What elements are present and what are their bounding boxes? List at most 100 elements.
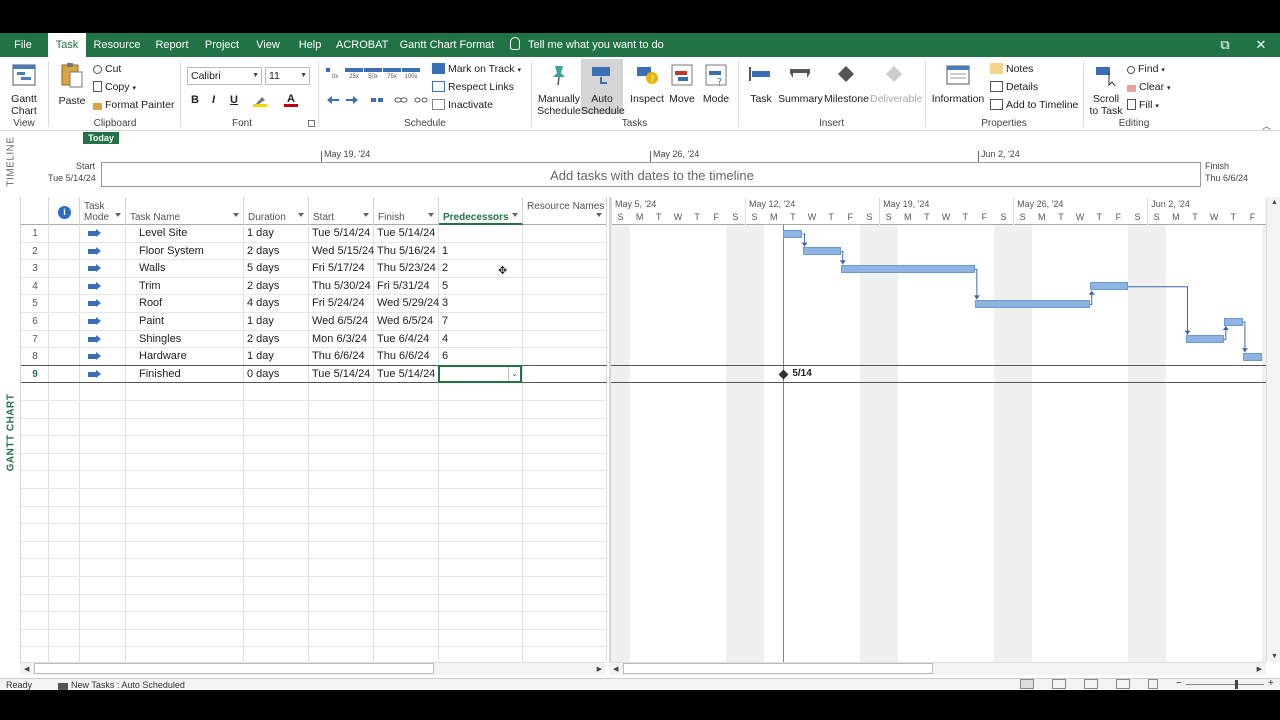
scroll-to-task-button[interactable]: Scroll to Task (1088, 63, 1124, 117)
filter-dropdown-icon[interactable] (298, 213, 304, 217)
milestone-button[interactable]: Milestone (824, 63, 869, 105)
task-name-cell[interactable]: Paint (126, 313, 244, 331)
predecessors-cell[interactable]: 2 (439, 260, 523, 278)
resource-names-cell[interactable] (523, 313, 607, 331)
scroll-right-icon[interactable]: ▶ (1257, 665, 1262, 673)
mark-on-track-button[interactable]: Mark on Track ▾ (432, 63, 521, 75)
task-usage-view-icon[interactable] (1052, 679, 1066, 689)
table-row[interactable] (21, 595, 607, 613)
pct-75-button[interactable]: 75x (383, 65, 401, 81)
clear-button[interactable]: Clear ▾ (1127, 81, 1171, 93)
tab-report[interactable]: Report (150, 33, 194, 57)
scroll-down-icon[interactable]: ▼ (1271, 653, 1278, 660)
finish-cell[interactable]: Tue 6/4/24 (374, 331, 439, 349)
new-tasks-mode[interactable]: New Tasks : Auto Scheduled (58, 680, 185, 690)
task-mode-cell[interactable] (80, 278, 126, 296)
task-mode-cell[interactable] (80, 260, 126, 278)
column-header-start[interactable]: Start (309, 197, 374, 225)
move-task-left-icon[interactable] (326, 95, 340, 105)
row-number[interactable]: 4 (21, 278, 49, 296)
task-name-cell[interactable]: Shingles (126, 331, 244, 349)
task-bar[interactable] (1242, 352, 1263, 361)
finish-cell[interactable]: Thu 5/16/24 (374, 243, 439, 261)
insert-task-button[interactable]: Task (744, 63, 778, 105)
table-row[interactable] (21, 542, 607, 560)
resource-names-cell[interactable] (523, 243, 607, 261)
row-number[interactable]: 8 (21, 348, 49, 366)
timeline-pane[interactable]: TIMELINE Today Start Tue 5/14/24 May 19,… (0, 131, 1280, 197)
table-row[interactable]: 6 Paint 1 day Wed 6/5/24 Wed 6/5/24 7 (21, 313, 607, 331)
fill-button[interactable]: Fill ▾ (1127, 99, 1159, 111)
start-cell[interactable]: Mon 6/3/24 (309, 331, 374, 349)
team-planner-view-icon[interactable] (1084, 679, 1098, 689)
tab-gantt-chart-format[interactable]: Gantt Chart Format (398, 33, 496, 57)
predecessors-cell[interactable]: 3 (439, 295, 523, 313)
table-row[interactable] (21, 630, 607, 648)
filter-dropdown-icon[interactable] (233, 213, 239, 217)
summary-button[interactable]: Summary (778, 63, 823, 105)
row-number[interactable]: 3 (21, 260, 49, 278)
table-row[interactable] (21, 401, 607, 419)
task-name-cell[interactable]: Trim (126, 278, 244, 296)
resource-names-cell[interactable] (523, 225, 607, 243)
task-bar[interactable] (1185, 335, 1224, 344)
resource-sheet-view-icon[interactable] (1116, 679, 1130, 689)
chevron-down-icon[interactable]: ⌄ (508, 367, 520, 382)
move-button[interactable]: Move (666, 63, 698, 105)
scroll-up-icon[interactable]: ▲ (1271, 199, 1278, 206)
finish-cell[interactable]: Wed 6/5/24 (374, 313, 439, 331)
details-button[interactable]: Details (990, 81, 1038, 93)
finish-cell[interactable]: Thu 5/23/24 (374, 260, 439, 278)
format-painter-button[interactable]: Format Painter (93, 99, 174, 111)
table-row[interactable]: 8 Hardware 1 day Thu 6/6/24 Thu 6/6/24 6 (21, 348, 607, 366)
inactivate-button[interactable]: Inactivate (432, 99, 493, 111)
pct-50-button[interactable]: 50x (364, 65, 382, 81)
timeline-bar[interactable]: Add tasks with dates to the timeline (101, 162, 1201, 187)
restore-ribbon-icon[interactable]: ⧉ (1210, 33, 1240, 57)
add-to-timeline-button[interactable]: Add to Timeline (990, 99, 1078, 111)
zoom-slider-thumb[interactable] (1235, 680, 1238, 689)
finish-cell[interactable]: Wed 5/29/24 (374, 295, 439, 313)
resource-names-cell[interactable] (523, 348, 607, 366)
italic-button[interactable]: I (212, 94, 215, 106)
gantt-chart-button[interactable]: Gantt Chart (6, 63, 42, 117)
move-task-right-icon[interactable] (345, 95, 359, 105)
table-row[interactable] (21, 559, 607, 577)
predecessors-cell[interactable]: 7 (439, 313, 523, 331)
start-cell[interactable]: Thu 6/6/24 (309, 348, 374, 366)
task-mode-cell[interactable] (80, 313, 126, 331)
start-cell[interactable]: Fri 5/17/24 (309, 260, 374, 278)
notes-button[interactable]: Notes (990, 63, 1033, 75)
deliverable-button[interactable]: Deliverable (870, 63, 923, 105)
start-cell[interactable]: Wed 6/5/24 (309, 313, 374, 331)
duration-cell[interactable]: 1 day (244, 225, 309, 243)
task-bar[interactable] (840, 264, 975, 273)
filter-dropdown-icon[interactable] (363, 213, 369, 217)
copy-button[interactable]: Copy ▾ (93, 81, 136, 93)
pct-25-button[interactable]: 25x (345, 65, 363, 81)
column-header-task-name[interactable]: Task Name (126, 197, 244, 225)
duration-cell[interactable]: 1 day (244, 313, 309, 331)
pct-100-button[interactable]: 100x (402, 65, 420, 81)
scroll-left-icon[interactable]: ◀ (24, 665, 29, 673)
highlight-color-icon[interactable] (253, 95, 267, 107)
predecessors-cell[interactable]: 4 (439, 331, 523, 349)
task-name-cell[interactable]: Roof (126, 295, 244, 313)
row-number[interactable]: 5 (21, 295, 49, 313)
task-mode-cell[interactable] (80, 331, 126, 349)
split-task-icon[interactable] (370, 95, 384, 105)
unlink-tasks-icon[interactable] (414, 95, 428, 105)
close-icon[interactable]: ✕ (1246, 33, 1276, 57)
table-row[interactable] (21, 577, 607, 595)
sheet-horizontal-scrollbar[interactable]: ◀ ▶ (20, 662, 606, 675)
find-button[interactable]: Find ▾ (1127, 63, 1165, 75)
start-cell[interactable]: Wed 5/15/24 (309, 243, 374, 261)
table-row[interactable] (21, 436, 607, 454)
tab-project[interactable]: Project (200, 33, 244, 57)
task-bar[interactable] (1089, 282, 1129, 291)
column-header-predecessors[interactable]: Predecessors (439, 197, 523, 225)
filter-dropdown-icon[interactable] (115, 213, 121, 217)
column-header-finish[interactable]: Finish (374, 197, 439, 225)
tab-resource[interactable]: Resource (90, 33, 144, 57)
duration-cell[interactable]: 4 days (244, 295, 309, 313)
